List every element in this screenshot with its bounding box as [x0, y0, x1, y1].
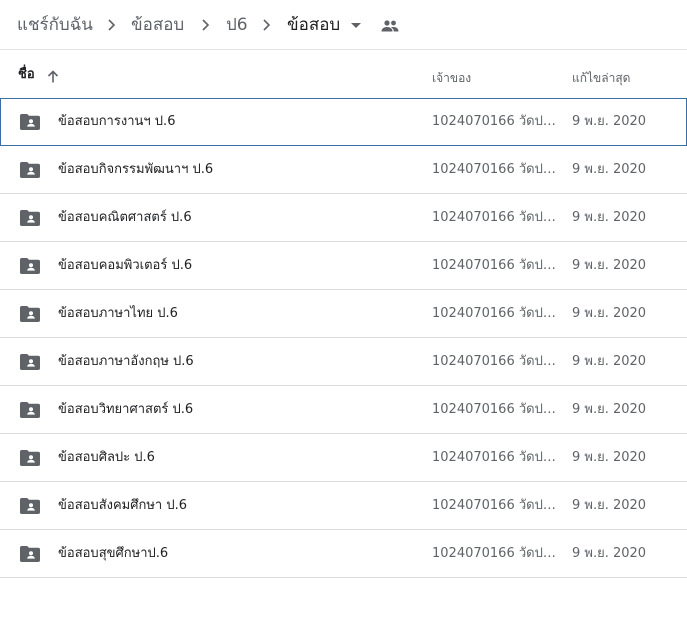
file-row[interactable]: ข้อสอบการงานฯ ป.6 1024070166 วัดประชุมชน… [0, 98, 687, 146]
file-row[interactable]: ข้อสอบสุขศึกษาป.6 1024070166 วัดประชุมชน… [0, 530, 687, 578]
file-modified-date: 9 พ.ย. 2020 [572, 306, 647, 321]
breadcrumb-p6[interactable]: ป6 [226, 13, 248, 37]
shared-folder-icon [20, 210, 40, 226]
file-modified-date: 9 พ.ย. 2020 [572, 450, 647, 465]
file-modified-date: 9 พ.ย. 2020 [572, 498, 647, 513]
file-modified-date: 9 พ.ย. 2020 [572, 354, 647, 369]
shared-folder-icon [20, 450, 40, 466]
file-modified-date: 9 พ.ย. 2020 [572, 402, 647, 417]
column-modified-header[interactable]: แก้ไขล่าสุด [572, 70, 630, 86]
file-owner: 1024070166 วัดประชุมชนาราม [432, 498, 560, 513]
shared-folder-icon [20, 354, 40, 370]
file-row[interactable]: ข้อสอบคณิตศาสตร์ ป.6 1024070166 วัดประชุ… [0, 194, 687, 242]
breadcrumb-exam[interactable]: ข้อสอบ [131, 13, 184, 37]
arrow-drop-down-icon[interactable] [349, 17, 363, 31]
file-list: ข้อสอบการงานฯ ป.6 1024070166 วัดประชุมชน… [0, 98, 687, 578]
file-row[interactable]: ข้อสอบกิจกรรมพัฒนาฯ ป.6 1024070166 วัดปร… [0, 146, 687, 194]
file-owner: 1024070166 วัดประชุมชนาราม [432, 162, 560, 177]
file-owner: 1024070166 วัดประชุมชนาราม [432, 354, 560, 369]
file-row[interactable]: ข้อสอบสังคมศึกษา ป.6 1024070166 วัดประชุ… [0, 482, 687, 530]
people-icon[interactable] [380, 18, 400, 34]
file-name: ข้อสอบคอมพิวเตอร์ ป.6 [58, 258, 193, 273]
file-modified-date: 9 พ.ย. 2020 [572, 114, 647, 129]
file-row[interactable]: ข้อสอบภาษาอังกฤษ ป.6 1024070166 วัดประชุ… [0, 338, 687, 386]
file-name: ข้อสอบการงานฯ ป.6 [58, 114, 176, 129]
shared-folder-icon [20, 114, 40, 130]
shared-folder-icon [20, 306, 40, 322]
drive-file-list: แชร์กับฉัน ข้อสอบ ป6 ข้อสอบ ชื่อ เจ้าของ… [0, 0, 687, 620]
file-row[interactable]: ข้อสอบวิทยาศาสตร์ ป.6 1024070166 วัดประช… [0, 386, 687, 434]
breadcrumb-shared-with-me[interactable]: แชร์กับฉัน [17, 13, 93, 37]
file-owner: 1024070166 วัดประชุมชนาราม [432, 450, 560, 465]
file-modified-date: 9 พ.ย. 2020 [572, 210, 647, 225]
file-row[interactable]: ข้อสอบภาษาไทย ป.6 1024070166 วัดประชุมชน… [0, 290, 687, 338]
shared-folder-icon [20, 402, 40, 418]
arrow-up-icon[interactable] [46, 69, 60, 83]
file-modified-date: 9 พ.ย. 2020 [572, 546, 647, 561]
file-owner: 1024070166 วัดประชุมชนาราม [432, 546, 560, 561]
file-owner: 1024070166 วัดประชุมชนาราม [432, 210, 560, 225]
column-header: ชื่อ เจ้าของ แก้ไขล่าสุด [0, 50, 687, 98]
file-owner: 1024070166 วัดประชุมชนาราม [432, 306, 560, 321]
file-name: ข้อสอบกิจกรรมพัฒนาฯ ป.6 [58, 162, 214, 177]
file-name: ข้อสอบภาษาอังกฤษ ป.6 [58, 354, 194, 369]
breadcrumb-current-folder[interactable]: ข้อสอบ [287, 13, 340, 37]
file-modified-date: 9 พ.ย. 2020 [572, 162, 647, 177]
file-name: ข้อสอบสุขศึกษาป.6 [58, 546, 169, 561]
column-name-header[interactable]: ชื่อ [18, 67, 35, 83]
shared-folder-icon [20, 258, 40, 274]
column-owner-header[interactable]: เจ้าของ [432, 70, 471, 86]
file-row[interactable]: ข้อสอบคอมพิวเตอร์ ป.6 1024070166 วัดประช… [0, 242, 687, 290]
shared-folder-icon [20, 162, 40, 178]
file-owner: 1024070166 วัดประชุมชนาราม [432, 114, 560, 129]
file-row[interactable]: ข้อสอบศิลปะ ป.6 1024070166 วัดประชุมชนาร… [0, 434, 687, 482]
file-name: ข้อสอบวิทยาศาสตร์ ป.6 [58, 402, 194, 417]
shared-folder-icon [20, 498, 40, 514]
file-name: ข้อสอบคณิตศาสตร์ ป.6 [58, 210, 192, 225]
chevron-right-icon [198, 16, 214, 34]
file-modified-date: 9 พ.ย. 2020 [572, 258, 647, 273]
shared-folder-icon [20, 546, 40, 562]
file-owner: 1024070166 วัดประชุมชนาราม [432, 402, 560, 417]
chevron-right-icon [104, 16, 120, 34]
breadcrumb: แชร์กับฉัน ข้อสอบ ป6 ข้อสอบ [0, 0, 687, 50]
file-owner: 1024070166 วัดประชุมชนาราม [432, 258, 560, 273]
file-name: ข้อสอบสังคมศึกษา ป.6 [58, 498, 188, 513]
file-name: ข้อสอบศิลปะ ป.6 [58, 450, 155, 465]
file-name: ข้อสอบภาษาไทย ป.6 [58, 306, 178, 321]
chevron-right-icon [259, 16, 275, 34]
